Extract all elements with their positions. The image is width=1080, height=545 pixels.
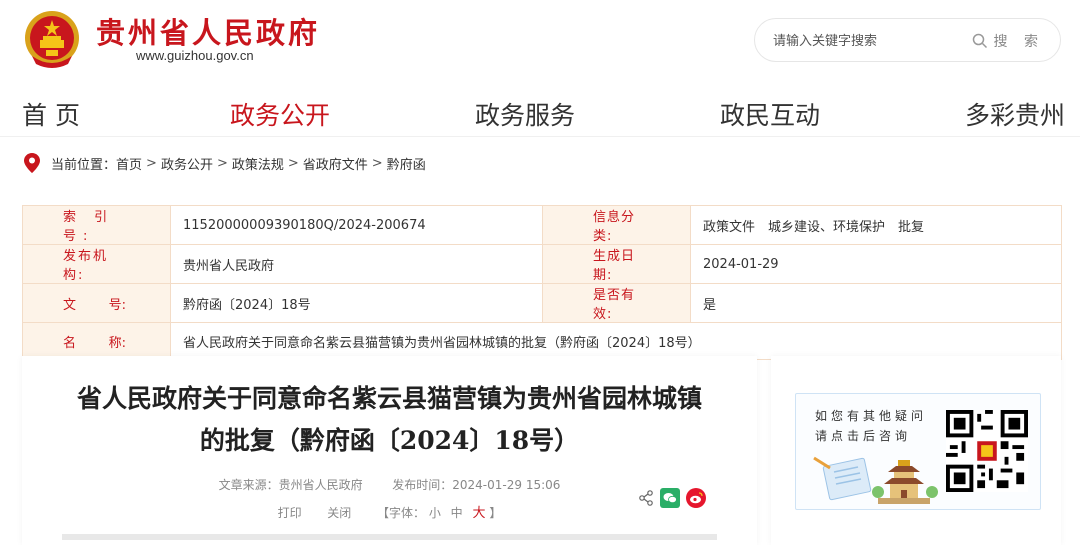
consultation-line: 如您有其他疑问 [815,409,928,423]
site-title[interactable]: 贵州省人民政府 [96,10,320,52]
search-icon [972,33,987,49]
name-label-part: 称: [108,335,126,351]
breadcrumb-current[interactable]: 黔府函 [387,154,426,173]
search-input[interactable] [773,30,973,52]
date-value: 2024-01-29 [690,244,1062,284]
consultation-line: 请点击后咨询 [815,429,912,443]
table-row: 文 号: 黔府函〔2024〕18号 是否有效: 是 [22,283,1062,323]
article-publish-time: 发布时间：2024-01-29 15:06 [392,478,561,492]
share-bar [638,488,706,508]
site-url: www.guizhou.gov.cn [136,48,254,63]
nav-item-colorful-guizhou[interactable]: 多彩贵州 [965,96,1065,132]
category-label: 信息分类: [542,205,691,245]
validity-label-text: 是否有效: [593,288,636,322]
location-pin-icon [24,153,40,173]
article-panel: 省人民政府关于同意命名紫云县猫营镇为贵州省园林城镇 的批复（黔府函〔2024〕1… [22,356,757,545]
document-number-label-text: 文 号: [35,294,158,313]
name-value: 省人民政府关于同意命名紫云县猫营镇为贵州省园林城镇的批复（黔府函〔2024〕18… [170,322,1062,360]
nav-item-interaction[interactable]: 政民互动 [720,96,820,132]
category-label-text: 信息分类: [593,210,636,244]
date-label-text: 生成日期: [593,249,636,283]
index-number-label-text: 索 引 号: [63,210,115,244]
breadcrumb-provincial-documents[interactable]: 省政府文件 [303,154,368,173]
nav-item-home[interactable]: 首 页 [22,96,80,132]
breadcrumb-separator: > [216,155,228,171]
document-number-label-part: 号: [108,297,126,313]
close-button[interactable]: 关闭 [327,506,351,520]
main-nav: 首 页 政务公开 政务服务 政民互动 多彩贵州 [0,96,1080,136]
publisher-label: 发布机构: [22,244,171,284]
article-title-line: 省人民政府关于同意命名紫云县猫营镇为贵州省园林城镇 [76,384,702,413]
qr-code-icon[interactable] [946,410,1028,492]
document-number-label: 文 号: [22,283,171,323]
breadcrumb-home[interactable]: 首页 [116,154,142,173]
weibo-icon[interactable] [686,488,706,508]
name-label: 名 称: [22,322,171,360]
index-number-label: 索 引 号: [22,205,171,245]
name-label-part: 名 [63,335,77,351]
document-info-table: 索 引 号: 11520000009390180Q/2024-200674 信息… [22,205,1062,360]
font-small-button[interactable]: 小 [429,506,441,520]
wechat-glyph [663,493,677,504]
nav-item-government-affairs-open[interactable]: 政务公开 [230,96,330,132]
breadcrumb-prefix: 当前位置： [51,157,117,173]
search-button[interactable]: 搜 索 [972,30,1044,52]
national-emblem-icon[interactable] [22,8,82,70]
font-medium-button[interactable]: 中 [451,506,463,520]
table-row: 名 称: 省人民政府关于同意命名紫云县猫营镇为贵州省园林城镇的批复（黔府函〔20… [22,322,1062,360]
breadcrumb-separator: > [146,155,157,171]
nav-divider [0,136,1080,137]
breadcrumb-policies[interactable]: 政策法规 [232,154,284,173]
site-header: 贵州省人民政府 www.guizhou.gov.cn 搜 索 [0,0,1080,80]
breadcrumb-separator: > [287,155,299,171]
name-label-text: 名 称: [35,332,158,351]
validity-value: 是 [690,283,1062,323]
index-number-value: 11520000009390180Q/2024-200674 [170,205,543,245]
document-number-value: 黔府函〔2024〕18号 [170,283,543,323]
font-size-prefix: 【字体： [376,506,425,520]
table-row: 索 引 号: 11520000009390180Q/2024-200674 信息… [22,205,1062,245]
article-title-line: 的批复（黔府函〔2024〕18号） [199,426,580,455]
publisher-value: 贵州省人民政府 [170,244,543,284]
consultation-panel: 如您有其他疑问 请点击后咨询 [771,356,1061,545]
consultation-text: 如您有其他疑问 请点击后咨询 [815,406,927,446]
article-content-divider [62,534,717,540]
document-number-label-part: 文 [63,297,77,313]
nav-item-government-services[interactable]: 政务服务 [475,96,575,132]
article-source: 文章来源：贵州省人民政府 [218,478,363,492]
validity-label: 是否有效: [542,283,691,323]
search-box: 搜 索 [754,18,1061,62]
search-button-label: 搜 索 [993,34,1044,50]
font-large-button[interactable]: 大 [473,506,486,521]
category-value: 政策文件 城乡建设、环境保护 批复 [690,205,1062,245]
share-icon[interactable] [638,490,654,506]
breadcrumb: 当前位置： 首页 > 政务公开 > 政策法规 > 省政府文件 > 黔府函 [24,152,426,174]
weibo-glyph [690,492,703,504]
wechat-icon[interactable] [660,488,680,508]
consultation-banner[interactable]: 如您有其他疑问 请点击后咨询 [795,393,1041,510]
breadcrumb-separator: > [371,155,383,171]
publisher-label-text: 发布机构: [63,249,109,283]
print-button[interactable]: 打印 [278,506,302,520]
table-row: 发布机构: 贵州省人民政府 生成日期: 2024-01-29 [22,244,1062,284]
article-title: 省人民政府关于同意命名紫云县猫营镇为贵州省园林城镇 的批复（黔府函〔2024〕1… [42,378,737,462]
date-label: 生成日期: [542,244,691,284]
breadcrumb-government-affairs-open[interactable]: 政务公开 [161,154,213,173]
consultation-illustration-icon [813,456,938,504]
font-size-suffix: 】 [489,506,502,520]
